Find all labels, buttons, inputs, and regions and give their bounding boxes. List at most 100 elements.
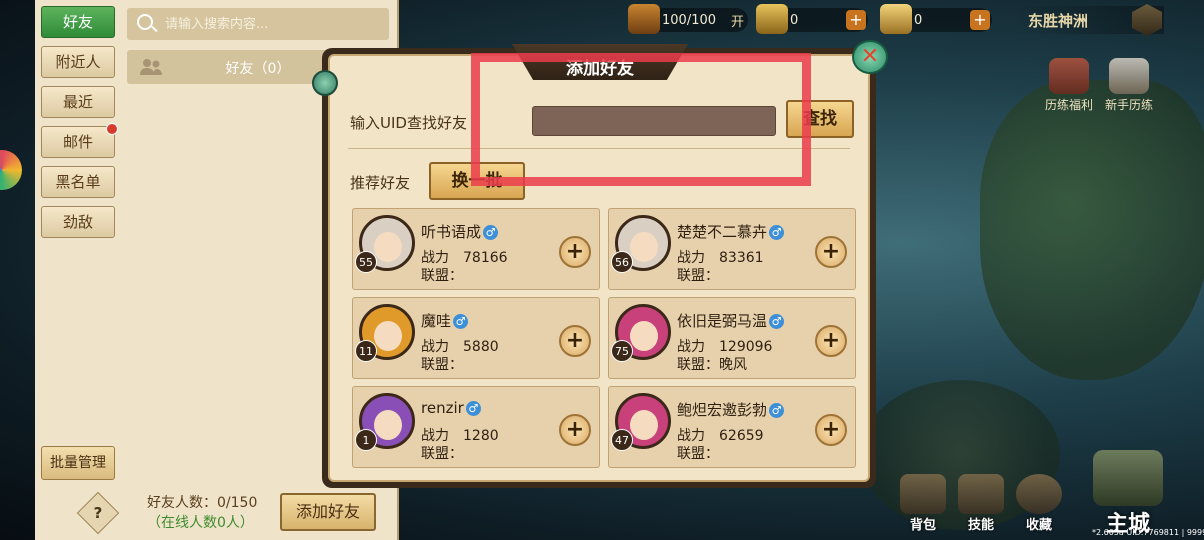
find-button[interactable]: 查找: [786, 100, 854, 138]
search-icon: [137, 14, 153, 30]
player-name: 鲍炟宏邀彭勃 ♂: [677, 399, 785, 420]
divider: [348, 148, 850, 149]
add-friend-plus-button[interactable]: +: [559, 325, 591, 357]
alliance-label: 联盟：: [421, 357, 463, 373]
friend-card: 11 魔哇 ♂ 战力 5880 联盟： +: [352, 297, 600, 379]
power-row: 战力 5880: [421, 336, 499, 356]
dialog-title: 添加好友: [566, 59, 634, 79]
nav-mail[interactable]: 邮件: [41, 123, 118, 158]
add-friend-plus-button[interactable]: +: [815, 236, 847, 268]
uid-label: 输入UID查找好友: [350, 114, 467, 132]
power-value: 62659: [719, 428, 764, 444]
gold-value: 0: [790, 12, 799, 28]
close-button[interactable]: ✕: [852, 40, 888, 74]
add-friend-plus-button[interactable]: +: [559, 236, 591, 268]
skill-label: 技能: [967, 518, 994, 533]
gift-icon: [1049, 58, 1089, 94]
main-city-button[interactable]: 主城: [1078, 450, 1178, 538]
friend-card: 56 楚楚不二慕卉 ♂ 战力 83361 联盟： +: [608, 208, 856, 290]
level-badge: 56: [611, 251, 633, 273]
bag-button[interactable]: 背包: [894, 474, 952, 533]
region-label: 东胜神洲: [1028, 11, 1089, 30]
friend-count: 好友人数：0/150: [147, 495, 258, 511]
nav-label: 好友: [62, 13, 93, 31]
gold-bar: 0 +: [756, 4, 868, 34]
uid-input[interactable]: [532, 106, 776, 136]
diamond-value: 0: [914, 12, 923, 28]
alliance-row: 联盟：: [421, 354, 463, 374]
alliance-label: 联盟：: [421, 268, 463, 284]
power-value: 83361: [719, 250, 764, 266]
player-name-text: 听书语成: [421, 223, 482, 241]
version-text: *2.605a UID:7769811 | 9999 | 28: [1092, 528, 1204, 537]
open-label[interactable]: 开: [731, 11, 744, 30]
friend-card: 47 鲍炟宏邀彭勃 ♂ 战力 62659 联盟： +: [608, 386, 856, 468]
player-name-text: 鲍炟宏邀彭勃: [677, 401, 768, 419]
question-icon: ?: [93, 504, 103, 522]
power-label: 战力: [421, 250, 449, 266]
friend-card: 75 依旧是弼马温 ♂ 战力 129096 联盟：晚风 +: [608, 297, 856, 379]
region-name[interactable]: 东胜神洲: [1014, 4, 1164, 36]
notification-dot: [106, 123, 118, 135]
nav-label: 最近: [62, 93, 93, 111]
quick-trial-welfare[interactable]: 历练福利: [1038, 58, 1100, 113]
power-value: 129096: [719, 339, 773, 355]
alliance-row: 联盟：: [677, 443, 719, 463]
nav-label: 黑名单: [55, 173, 101, 191]
collection-button[interactable]: 收藏: [1010, 474, 1068, 533]
power-row: 战力 83361: [677, 247, 764, 267]
nav-recent[interactable]: 最近: [41, 86, 115, 118]
add-diamond-button[interactable]: +: [970, 10, 990, 30]
add-friend-button[interactable]: 添加好友: [280, 493, 376, 531]
quick-label: 历练福利: [1044, 98, 1093, 112]
add-friend-dialog: 输入UID查找好友 查找 推荐好友 换一批 55 听书语成 ♂ 战力 78166 联盟： +…: [312, 40, 888, 488]
skill-button[interactable]: 技能: [952, 474, 1010, 533]
nav-rivals[interactable]: 劲敌: [41, 206, 115, 238]
alliance-label: 联盟：: [677, 268, 719, 284]
power-label: 战力: [421, 339, 449, 355]
friend-card: 55 听书语成 ♂ 战力 78166 联盟： +: [352, 208, 600, 290]
power-row: 战力 78166: [421, 247, 508, 267]
batch-manage-button[interactable]: 批量管理: [41, 446, 115, 480]
power-label: 战力: [677, 250, 705, 266]
player-name: 依旧是弼马温 ♂: [677, 310, 785, 331]
nav-nearby[interactable]: 附近人: [41, 46, 115, 78]
male-icon: ♂: [483, 225, 499, 240]
power-value: 78166: [463, 250, 508, 266]
nav-label: 邮件: [62, 133, 93, 151]
quick-novice-trial[interactable]: 新手历练: [1098, 58, 1160, 113]
alliance-label: 联盟：: [677, 446, 719, 462]
friend-nav: 好友 附近人 最近 邮件 黑名单 劲敌: [41, 6, 119, 246]
add-friend-plus-button[interactable]: +: [815, 414, 847, 446]
friend-search-input[interactable]: [165, 12, 380, 36]
stamina-icon: [628, 4, 660, 34]
add-friend-plus-button[interactable]: +: [559, 414, 591, 446]
player-name-text: 依旧是弼马温: [677, 312, 768, 330]
city-icon: [1093, 450, 1163, 506]
male-icon: ♂: [453, 314, 469, 329]
add-gold-button[interactable]: +: [846, 10, 866, 30]
stamina-bar: 100/100 开: [628, 4, 748, 34]
power-row: 战力 1280: [421, 425, 499, 445]
player-name-text: 魔哇: [421, 312, 452, 330]
diamond-bar: 0 +: [880, 4, 992, 34]
male-icon: ♂: [769, 403, 785, 418]
alliance-row: 联盟：晚风: [677, 354, 747, 374]
nav-blacklist[interactable]: 黑名单: [41, 166, 115, 198]
online-count: （在线人数0人）: [147, 515, 254, 531]
power-value: 1280: [463, 428, 499, 444]
nav-friends[interactable]: 好友: [41, 6, 115, 38]
nav-label: 劲敌: [62, 213, 93, 231]
player-name: 楚楚不二慕卉 ♂: [677, 221, 785, 242]
nav-label: 附近人: [55, 53, 101, 71]
alliance-label: 联盟：: [421, 446, 463, 462]
player-name-text: renzir: [421, 399, 464, 417]
skill-book-icon: [958, 474, 1004, 514]
alliance-row: 联盟：: [677, 265, 719, 285]
add-friend-plus-button[interactable]: +: [815, 325, 847, 357]
help-button[interactable]: ?: [76, 491, 120, 535]
refresh-button[interactable]: 换一批: [429, 162, 525, 200]
power-label: 战力: [421, 428, 449, 444]
map-island: [980, 80, 1204, 380]
alliance-value: 晚风: [719, 357, 747, 373]
